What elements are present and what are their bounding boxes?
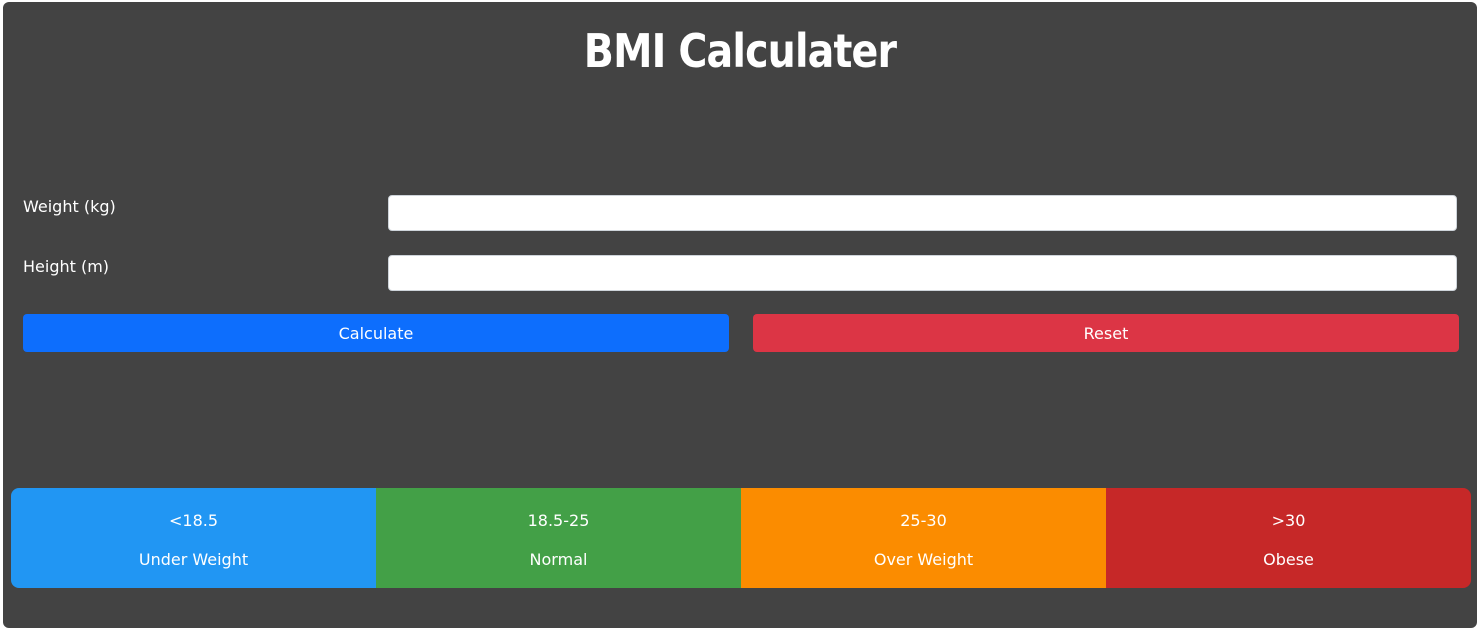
bmi-category-label: Obese xyxy=(1263,550,1314,569)
bmi-scale-overweight: 25-30 Over Weight xyxy=(741,488,1106,588)
weight-input[interactable] xyxy=(388,195,1457,231)
bmi-category-label: Under Weight xyxy=(138,550,249,569)
height-input[interactable] xyxy=(388,255,1457,291)
page-title: BMI Calculater xyxy=(583,24,897,78)
bmi-range-label: 18.5-25 xyxy=(527,511,590,530)
bmi-range-label: >30 xyxy=(1271,511,1306,530)
bmi-scale-obese: >30 Obese xyxy=(1106,488,1471,588)
bmi-scale-normal: 18.5-25 Normal xyxy=(376,488,741,588)
weight-label: Weight (kg) xyxy=(23,197,116,216)
bmi-calculator-card: BMI Calculater Weight (kg) Height (m) Ca… xyxy=(3,2,1477,628)
height-label: Height (m) xyxy=(23,257,110,276)
calculate-button[interactable]: Calculate xyxy=(23,314,729,352)
bmi-range-label: <18.5 xyxy=(168,511,219,530)
bmi-range-label: 25-30 xyxy=(900,511,947,530)
bmi-scale-underweight: <18.5 Under Weight xyxy=(11,488,376,588)
bmi-category-label: Normal xyxy=(529,550,588,569)
bmi-scale: <18.5 Under Weight 18.5-25 Normal 25-30 … xyxy=(11,488,1471,588)
reset-button[interactable]: Reset xyxy=(753,314,1459,352)
bmi-category-label: Over Weight xyxy=(873,550,974,569)
